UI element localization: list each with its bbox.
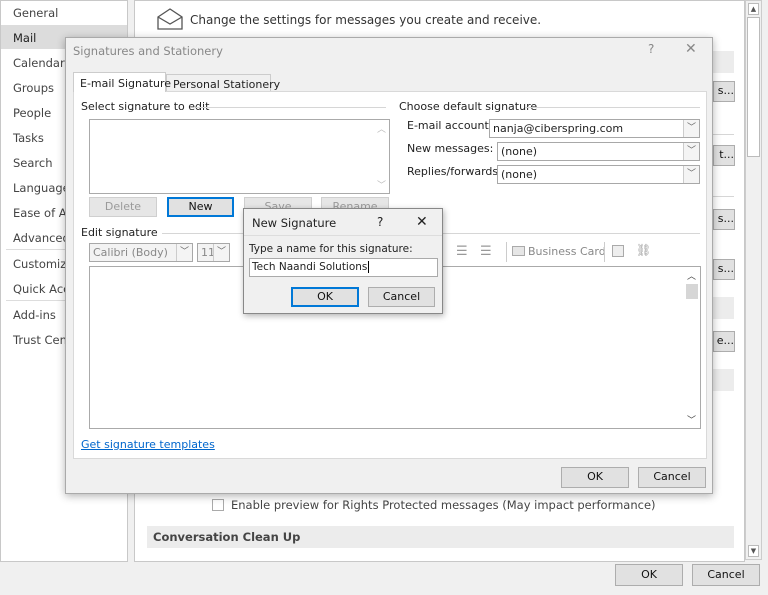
editor-scrollbar[interactable]: ︿ ﹀: [684, 267, 700, 428]
nav-item-language[interactable]: Language: [13, 181, 70, 195]
nav-item-groups[interactable]: Groups: [13, 81, 54, 95]
email-account-dropdown[interactable]: nanja@ciberspring.com ﹀: [489, 119, 700, 138]
scroll-up-icon[interactable]: ︿: [687, 269, 696, 282]
options-scrollbar[interactable]: ▲ ▼: [745, 0, 762, 560]
nav-item-general[interactable]: General: [13, 6, 58, 20]
close-icon[interactable]: ✕: [685, 41, 697, 57]
help-button[interactable]: ?: [377, 215, 383, 229]
option-button[interactable]: s...: [713, 209, 735, 230]
nav-item-advanced[interactable]: Advanced: [13, 231, 70, 245]
signature-list[interactable]: ︿ ﹀: [89, 119, 390, 194]
new-signature-ok-button[interactable]: OK: [291, 287, 359, 307]
replies-label: Replies/forwards:: [407, 165, 502, 178]
get-signature-templates-link[interactable]: Get signature templates: [81, 438, 215, 451]
group-line: [196, 107, 386, 108]
dropdown-value: (none): [501, 145, 538, 158]
font-dropdown[interactable]: Calibri (Body) ﹀: [89, 243, 193, 262]
dialog-ok-button[interactable]: OK: [561, 467, 629, 488]
option-button[interactable]: s...: [713, 81, 735, 102]
font-size-dropdown[interactable]: 11 ﹀: [197, 243, 230, 262]
chevron-down-icon: ﹀: [683, 120, 699, 137]
nav-item-people[interactable]: People: [13, 106, 51, 120]
option-button[interactable]: s...: [713, 259, 735, 280]
align-right-icon[interactable]: ☰: [480, 244, 492, 259]
edit-signature-label: Edit signature: [81, 226, 158, 239]
rights-checkbox-label: Enable preview for Rights Protected mess…: [231, 498, 656, 512]
nav-item-search[interactable]: Search: [13, 156, 53, 170]
business-card-button[interactable]: Business Card: [512, 245, 606, 258]
signature-name-input[interactable]: Tech Naandi Solutions: [249, 258, 438, 277]
align-center-icon[interactable]: ☰: [456, 244, 468, 259]
dialog-cancel-button[interactable]: Cancel: [638, 467, 706, 488]
help-button[interactable]: ?: [648, 42, 654, 56]
nav-item-mail[interactable]: Mail: [13, 31, 36, 45]
dropdown-value: nanja@ciberspring.com: [493, 122, 624, 135]
close-icon[interactable]: ✕: [416, 214, 428, 230]
nav-item-tasks[interactable]: Tasks: [13, 131, 44, 145]
text-cursor: [368, 261, 370, 273]
new-messages-dropdown[interactable]: (none) ﹀: [497, 142, 700, 161]
business-card-label: Business Card: [528, 245, 606, 258]
scroll-thumb[interactable]: [686, 284, 698, 299]
option-button[interactable]: e...: [713, 331, 735, 352]
mail-header-text: Change the settings for messages you cre…: [190, 13, 542, 27]
select-signature-label: Select signature to edit: [81, 100, 210, 113]
hyperlink-icon[interactable]: ⛓: [636, 243, 651, 257]
tab-personal-stationery[interactable]: Personal Stationery: [166, 74, 280, 92]
rights-checkbox[interactable]: [212, 499, 224, 511]
option-button[interactable]: t...: [713, 145, 735, 166]
tab-label: Personal Stationery: [173, 78, 281, 91]
nav-item-add-ins[interactable]: Add-ins: [13, 308, 56, 322]
options-ok-button[interactable]: OK: [615, 564, 683, 586]
tab-email-signature[interactable]: E-mail Signature: [73, 72, 171, 92]
scroll-down-icon[interactable]: ﹀: [687, 413, 696, 426]
dialog-title: Signatures and Stationery: [73, 44, 223, 58]
scroll-thumb[interactable]: [747, 17, 760, 157]
input-value: Tech Naandi Solutions: [252, 261, 368, 273]
scroll-up-icon[interactable]: ︿: [377, 122, 386, 135]
toolbar-separator: [604, 242, 605, 262]
chevron-down-icon: ﹀: [683, 166, 699, 183]
toolbar-separator: [506, 242, 507, 262]
chevron-down-icon: ﹀: [683, 143, 699, 160]
divider: [244, 235, 442, 236]
nav-item-calendar[interactable]: Calendar: [13, 56, 65, 70]
delete-button[interactable]: Delete: [89, 197, 157, 217]
scroll-up-icon[interactable]: ▲: [748, 3, 759, 15]
tab-label: E-mail Signature: [80, 77, 172, 90]
options-cancel-button[interactable]: Cancel: [692, 564, 760, 586]
conversation-clean-up-title: Conversation Clean Up: [153, 530, 301, 544]
new-messages-label: New messages:: [407, 142, 494, 155]
group-line: [525, 107, 700, 108]
new-signature-title: New Signature: [252, 216, 337, 230]
email-account-label: E-mail account:: [407, 119, 493, 132]
dropdown-value: (none): [501, 168, 538, 181]
new-signature-dialog: New Signature ? ✕ Type a name for this s…: [243, 208, 443, 314]
business-card-icon: [512, 246, 525, 256]
chevron-down-icon: ﹀: [213, 244, 229, 261]
chevron-down-icon: ﹀: [176, 244, 192, 261]
replies-dropdown[interactable]: (none) ﹀: [497, 165, 700, 184]
signature-name-label: Type a name for this signature:: [249, 243, 413, 255]
scroll-down-icon[interactable]: ﹀: [377, 178, 386, 191]
new-signature-cancel-button[interactable]: Cancel: [368, 287, 435, 307]
new-button[interactable]: New: [167, 197, 234, 217]
scroll-down-icon[interactable]: ▼: [748, 545, 759, 557]
dropdown-value: Calibri (Body): [93, 246, 168, 259]
insert-picture-icon[interactable]: [612, 245, 624, 257]
default-signature-label: Choose default signature: [399, 100, 538, 113]
envelope-icon: [157, 8, 183, 30]
